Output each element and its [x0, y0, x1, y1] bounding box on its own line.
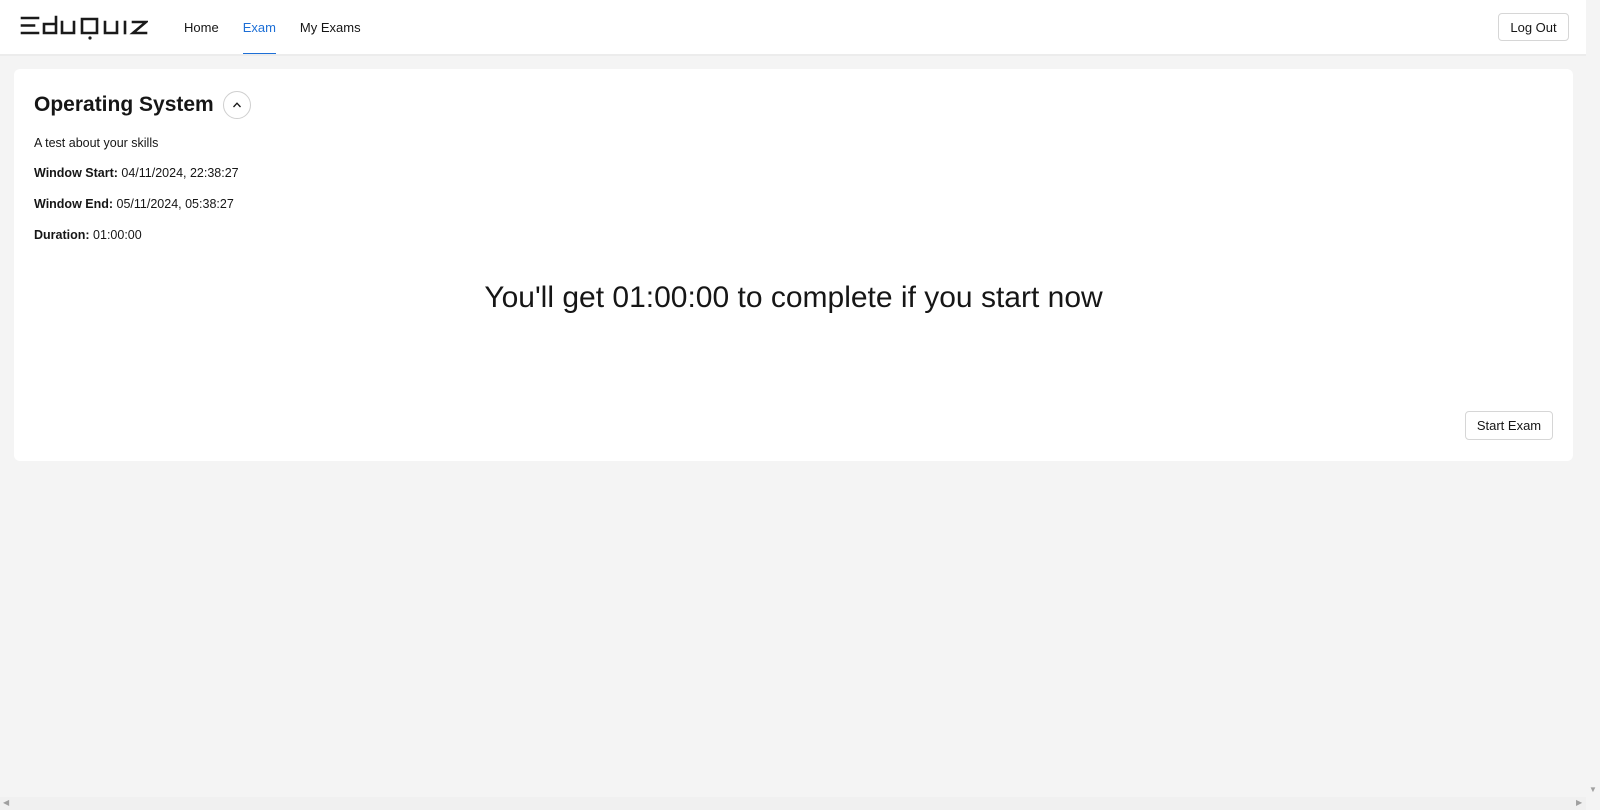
start-exam-button[interactable]: Start Exam	[1465, 411, 1553, 440]
eduquiz-logo[interactable]	[20, 15, 148, 41]
window-start-row: Window Start: 04/11/2024, 22:38:27	[34, 166, 239, 180]
top-navbar: Home Exam My Exams Log Out	[0, 0, 1586, 56]
scrollbar-corner	[1586, 797, 1600, 810]
nav-my-exams[interactable]: My Exams	[288, 0, 373, 55]
horizontal-scrollbar[interactable]: ◀ ▶	[0, 797, 1586, 810]
window-end-value: 05/11/2024, 05:38:27	[116, 197, 234, 211]
chevron-up-icon	[232, 102, 241, 108]
nav-home[interactable]: Home	[172, 0, 231, 55]
page: Home Exam My Exams Log Out Operating Sys…	[0, 0, 1600, 810]
exam-card: Operating System A test about your skill…	[14, 69, 1573, 461]
start-countdown-message: You'll get 01:00:00 to complete if you s…	[484, 281, 1103, 314]
duration-value: 01:00:00	[93, 228, 142, 242]
collapse-button[interactable]	[222, 91, 251, 119]
exam-title: Operating System	[34, 93, 214, 116]
duration-row: Duration: 01:00:00	[34, 228, 142, 242]
exam-title-row: Operating System	[34, 91, 251, 119]
window-end-label: Window End:	[34, 197, 114, 211]
window-end-row: Window End: 05/11/2024, 05:38:27	[34, 197, 234, 211]
exam-description: A test about your skills	[34, 136, 159, 150]
scroll-left-icon[interactable]: ◀	[3, 799, 9, 807]
main-nav: Home Exam My Exams	[172, 0, 373, 55]
scroll-down-icon[interactable]: ▼	[1589, 786, 1597, 794]
vertical-scrollbar[interactable]: ▼	[1586, 0, 1600, 797]
window-start-value: 04/11/2024, 22:38:27	[121, 166, 239, 180]
window-start-label: Window Start:	[34, 166, 118, 180]
nav-exam[interactable]: Exam	[231, 0, 288, 55]
logout-button[interactable]: Log Out	[1498, 13, 1569, 41]
scroll-right-icon[interactable]: ▶	[1576, 799, 1582, 807]
header-divider	[0, 54, 1586, 56]
duration-label: Duration:	[34, 228, 90, 242]
logo-wordmark-icon	[20, 15, 148, 40]
